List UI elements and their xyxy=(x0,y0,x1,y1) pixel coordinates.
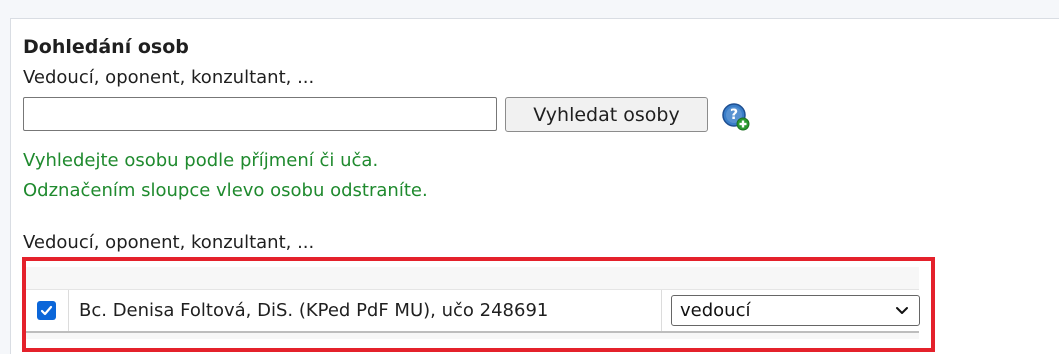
search-people-button[interactable]: Vyhledat osoby xyxy=(505,97,708,132)
people-list-label: Vedoucí, oponent, konzultant, ... xyxy=(23,232,315,253)
role-select[interactable]: vedoucí xyxy=(671,295,920,326)
table-row: Bc. Denisa Foltová, DiS. (KPed PdF MU), … xyxy=(25,289,920,333)
person-name: Bc. Denisa Foltová, DiS. (KPed PdF MU), … xyxy=(79,300,549,321)
column-divider xyxy=(661,290,662,331)
person-checkbox[interactable] xyxy=(37,301,56,320)
help-icon[interactable]: ? xyxy=(721,102,750,131)
hint-remove: Odznačením sloupce vlevo osobu odstranít… xyxy=(23,180,428,201)
checkbox-cell xyxy=(25,290,69,331)
hint-search: Vyhledejte osobu podle příjmení či uča. xyxy=(23,150,379,171)
chevron-down-icon xyxy=(896,307,908,314)
section-subtitle: Vedoucí, oponent, konzultant, ... xyxy=(23,67,315,88)
people-table: Bc. Denisa Foltová, DiS. (KPed PdF MU), … xyxy=(25,267,920,339)
svg-text:?: ? xyxy=(730,107,738,123)
search-input[interactable] xyxy=(23,97,497,131)
role-select-value: vedoucí xyxy=(680,300,751,321)
section-title: Dohledání osob xyxy=(23,36,189,58)
people-search-panel: Dohledání osob Vedoucí, oponent, konzult… xyxy=(10,18,1059,354)
